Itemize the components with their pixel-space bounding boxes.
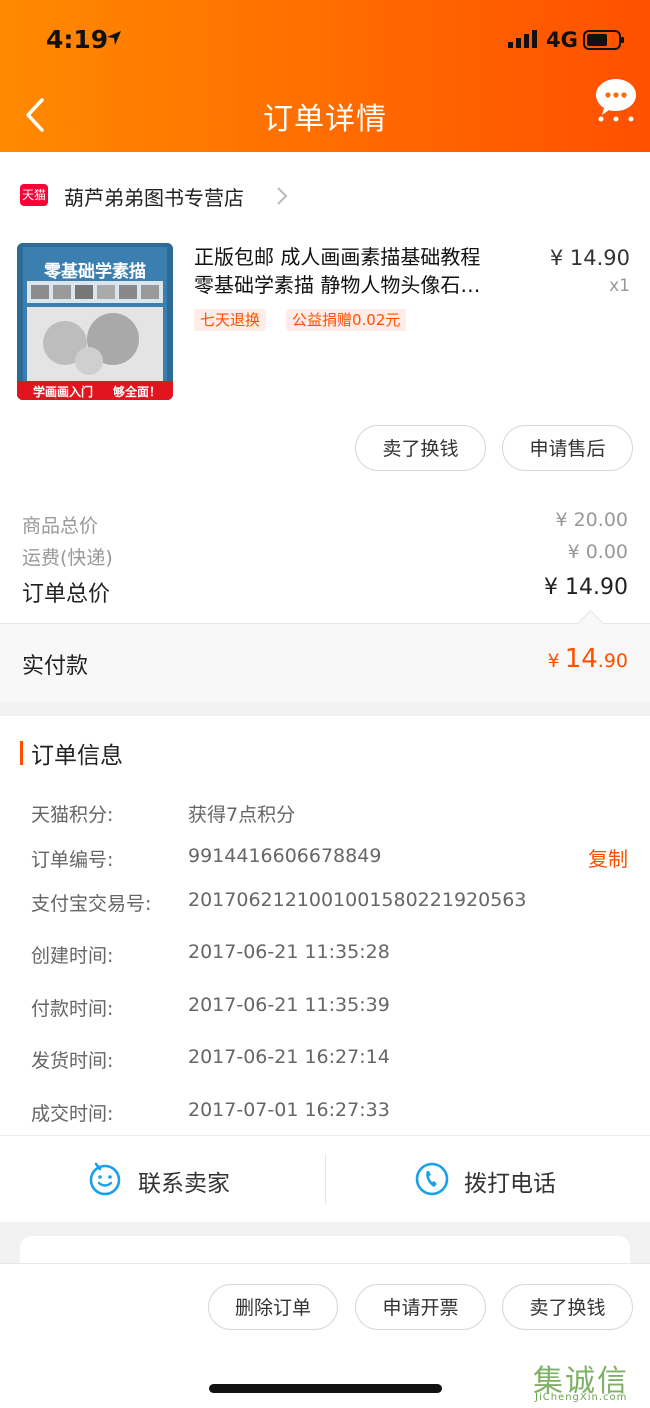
cover-banner-left: 学画画入门	[33, 385, 94, 399]
deal-time-label: 成交时间:	[31, 1103, 114, 1125]
tmall-badge-icon: 天猫	[20, 184, 48, 206]
alipay-trade-label: 支付宝交易号:	[31, 893, 152, 915]
paid-currency: ¥	[547, 650, 560, 672]
cover-banner-right: 够全面！	[113, 385, 162, 399]
store-row[interactable]: 天猫 葫芦弟弟图书专营店	[0, 170, 650, 222]
actual-payment-label: 实付款	[22, 654, 89, 679]
order-number-label: 订单编号:	[31, 849, 114, 871]
after-sales-button[interactable]: 申请售后	[502, 425, 633, 471]
request-invoice-button[interactable]: 申请开票	[355, 1284, 486, 1330]
order-number-value: 9914416606678849	[188, 845, 382, 867]
product-title-line2: 零基础学素描 静物人物头像石…	[194, 273, 481, 297]
product-quantity: x1	[609, 276, 630, 296]
message-bubble-icon[interactable]	[594, 76, 638, 122]
product-title-line1: 正版包邮 成人画画素描基础教程	[194, 245, 481, 269]
goods-total-label: 商品总价	[22, 515, 99, 537]
sell-for-cash-bottom-button[interactable]: 卖了换钱	[502, 1284, 633, 1330]
status-time: 4:19	[46, 25, 109, 54]
actual-payment-value: ¥ 14.90	[548, 644, 629, 674]
network-type: 4G	[546, 28, 578, 52]
tag-seven-day-return: 七天退换	[194, 309, 267, 331]
paid-integer: 14	[564, 644, 598, 674]
call-phone-label: 拨打电话	[464, 1171, 556, 1197]
contact-seller-button[interactable]: 联系卖家	[0, 1136, 325, 1222]
tag-charity-donation: 公益捐赠0.02元	[286, 309, 407, 331]
order-total-value: ¥ 14.90	[544, 575, 628, 600]
payment-time-label: 付款时间:	[31, 998, 114, 1020]
home-indicator[interactable]	[209, 1384, 442, 1393]
order-info-title: 订单信息	[31, 743, 123, 769]
store-name[interactable]: 葫芦弟弟图书专营店	[64, 182, 244, 211]
shipping-time-value: 2017-06-21 16:27:14	[188, 1046, 390, 1068]
shipping-value: ¥ 0.00	[567, 541, 628, 563]
watermark-sub: JiChengXin.com	[535, 1392, 628, 1403]
paid-decimal: .90	[597, 650, 628, 672]
order-total-label: 订单总价	[22, 582, 111, 607]
alipay-trade-value: 2017062121001001580221920563	[188, 889, 527, 911]
location-arrow-icon	[107, 31, 121, 45]
phone-icon	[415, 1162, 449, 1196]
product-title[interactable]: 正版包邮 成人画画素描基础教程 零基础学素描 静物人物头像石…	[194, 243, 534, 299]
section-accent-bar	[20, 741, 23, 765]
contact-seller-label: 联系卖家	[138, 1171, 230, 1197]
created-time-label: 创建时间:	[31, 945, 114, 967]
signal-icon	[508, 30, 537, 48]
shipping-label: 运费(快递)	[22, 547, 113, 569]
points-value: 获得7点积分	[188, 804, 296, 826]
delete-order-button[interactable]: 删除订单	[208, 1284, 338, 1330]
page-title: 订单详情	[263, 102, 387, 137]
contact-row: 联系卖家 拨打电话	[0, 1135, 650, 1222]
points-label: 天猫积分:	[31, 804, 114, 826]
smile-chat-icon	[89, 1162, 121, 1196]
header-bar: 4:19 4G 订单详情	[0, 0, 650, 152]
chevron-right-icon[interactable]	[276, 186, 288, 206]
goods-total-value: ¥ 20.00	[555, 509, 628, 531]
shipping-time-label: 发货时间:	[31, 1050, 114, 1072]
deal-time-value: 2017-07-01 16:27:33	[188, 1099, 390, 1121]
payment-time-value: 2017-06-21 11:35:39	[188, 994, 390, 1016]
actual-payment-row: 实付款 ¥ 14.90	[0, 610, 650, 702]
sell-for-cash-button[interactable]: 卖了换钱	[355, 425, 486, 471]
copy-order-number-button[interactable]: 复制	[588, 843, 628, 872]
created-time-value: 2017-06-21 11:35:28	[188, 941, 390, 963]
product-image[interactable]: 零基础学素描 学画画入门 够全面！	[17, 243, 173, 400]
battery-icon	[583, 30, 624, 50]
call-phone-button[interactable]: 拨打电话	[325, 1136, 650, 1222]
cover-title: 零基础学素描	[44, 262, 146, 282]
watermark-logo: 集诚信 JiChengXin.com	[533, 1356, 648, 1404]
product-price: ¥ 14.90	[549, 246, 630, 270]
